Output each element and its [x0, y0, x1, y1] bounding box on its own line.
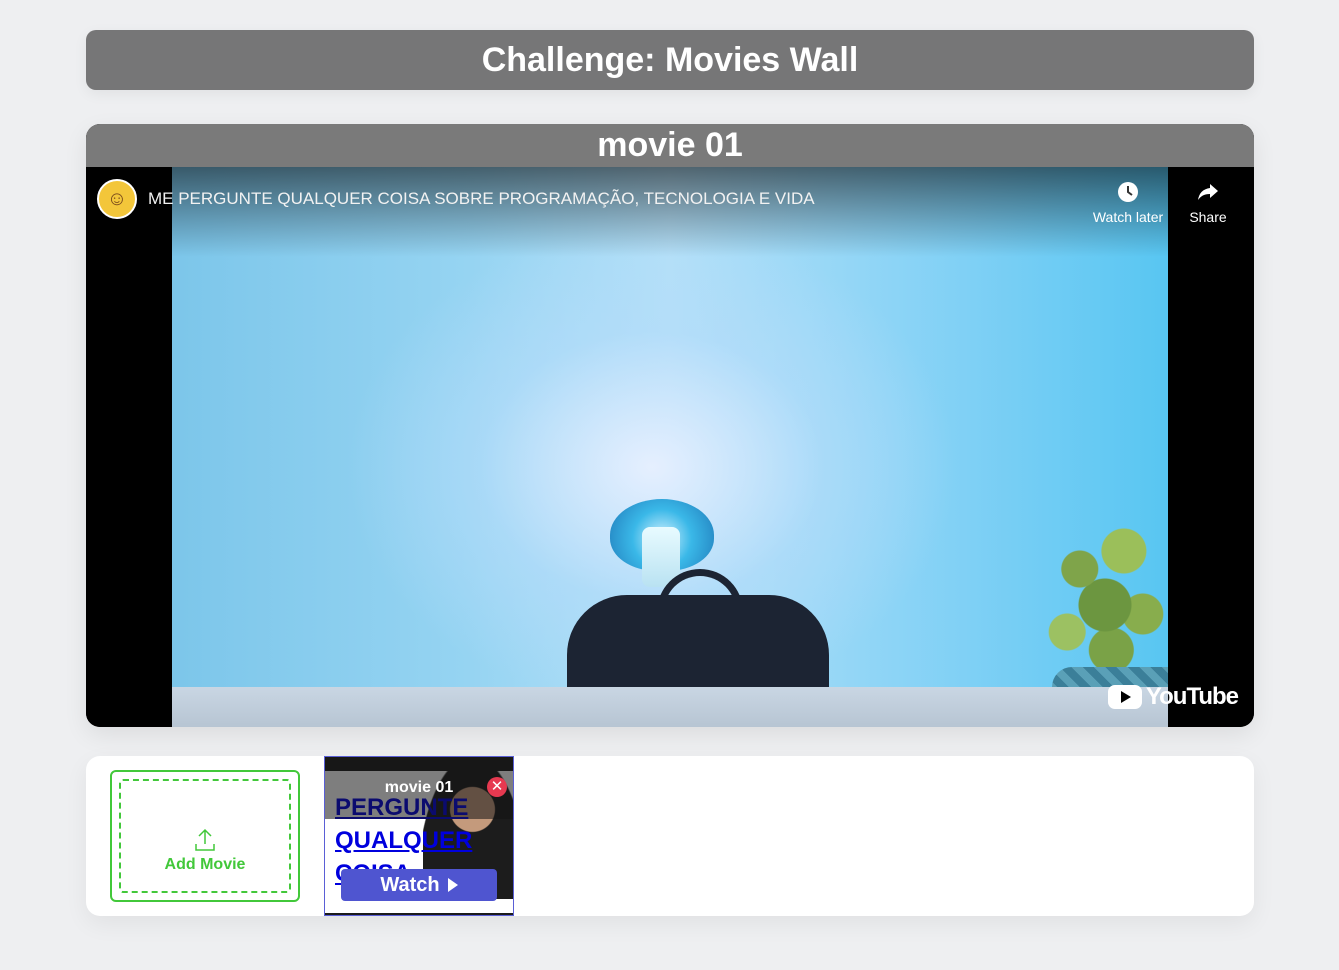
share-button[interactable]: Share [1168, 181, 1248, 225]
remove-movie-button[interactable]: ✕ [487, 777, 507, 797]
floor-shape [172, 687, 1168, 727]
youtube-logo-text: YouTube [1145, 683, 1239, 710]
watch-button[interactable]: Watch [341, 869, 497, 901]
video-top-gradient [86, 167, 1254, 257]
video-player-card: movie 01 ☺ ME PERGUNTE QUALQUER COISA SO… [86, 124, 1254, 727]
youtube-logo[interactable]: YouTube [1107, 683, 1239, 711]
share-label: Share [1189, 209, 1227, 225]
plant-leaves-shape [1042, 497, 1168, 677]
watch-later-label: Watch later [1092, 209, 1164, 225]
thumbnail-label: movie 01 [384, 779, 454, 796]
watch-label: Watch [380, 873, 440, 896]
page-title: Challenge: Movies Wall [481, 40, 859, 79]
player-title-text: movie 01 [597, 126, 743, 164]
clock-icon [1118, 182, 1138, 202]
video-embed[interactable]: ☺ ME PERGUNTE QUALQUER COISA SOBRE PROGR… [86, 167, 1254, 727]
close-icon: ✕ [490, 778, 504, 795]
add-movie-label: Add Movie [164, 856, 246, 873]
upload-icon [195, 828, 215, 851]
youtube-play-icon [1107, 685, 1142, 709]
page-header: Challenge: Movies Wall [86, 30, 1254, 90]
watch-later-button[interactable]: Watch later [1088, 181, 1168, 225]
play-triangle-icon [447, 878, 458, 892]
add-movie-button[interactable]: Add Movie [110, 770, 300, 902]
channel-avatar[interactable]: ☺ [97, 179, 137, 219]
share-arrow-icon [1198, 184, 1218, 200]
movie-thumbnail[interactable]: PERGUNTE QUALQUER COISA movie 01 ✕ Watch [324, 756, 514, 916]
chair-shape [567, 595, 829, 687]
add-movie-dropzone[interactable]: Add Movie [119, 779, 291, 893]
player-title: movie 01 [86, 124, 1254, 167]
video-title[interactable]: ME PERGUNTE QUALQUER COISA SOBRE PROGRAM… [148, 189, 815, 209]
movie-gallery: Add Movie PERGUNTE QUALQUER COISA movie … [86, 756, 1254, 916]
